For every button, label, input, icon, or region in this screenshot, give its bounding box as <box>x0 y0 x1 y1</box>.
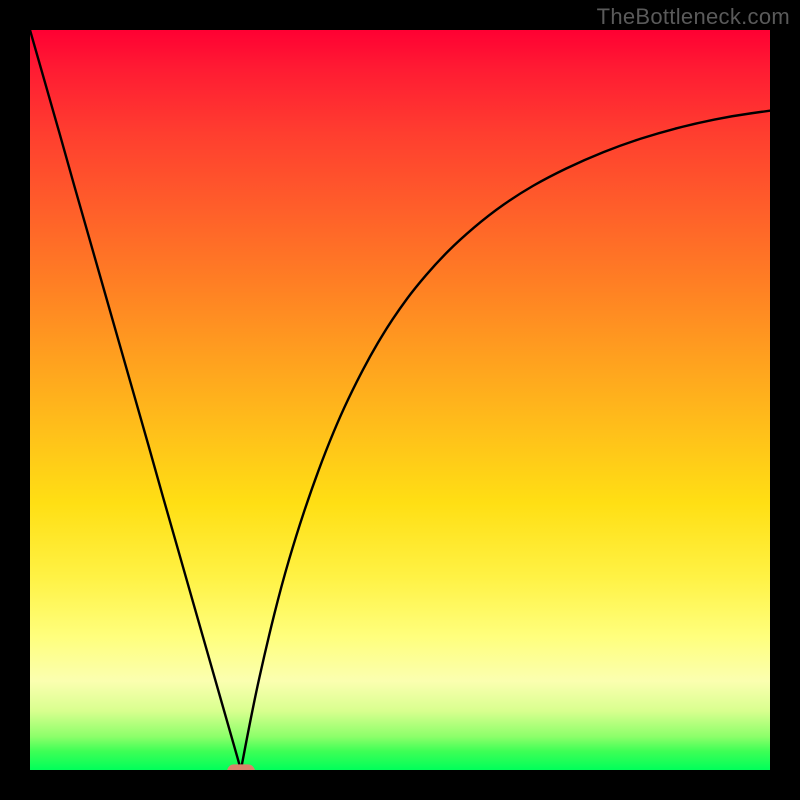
curve-right-branch <box>241 111 770 770</box>
curve-left-branch <box>30 30 241 770</box>
plot-area <box>30 30 770 770</box>
bottleneck-curve <box>30 30 770 770</box>
watermark-text: TheBottleneck.com <box>597 4 790 30</box>
chart-frame: TheBottleneck.com <box>0 0 800 800</box>
optimum-marker <box>227 764 255 770</box>
